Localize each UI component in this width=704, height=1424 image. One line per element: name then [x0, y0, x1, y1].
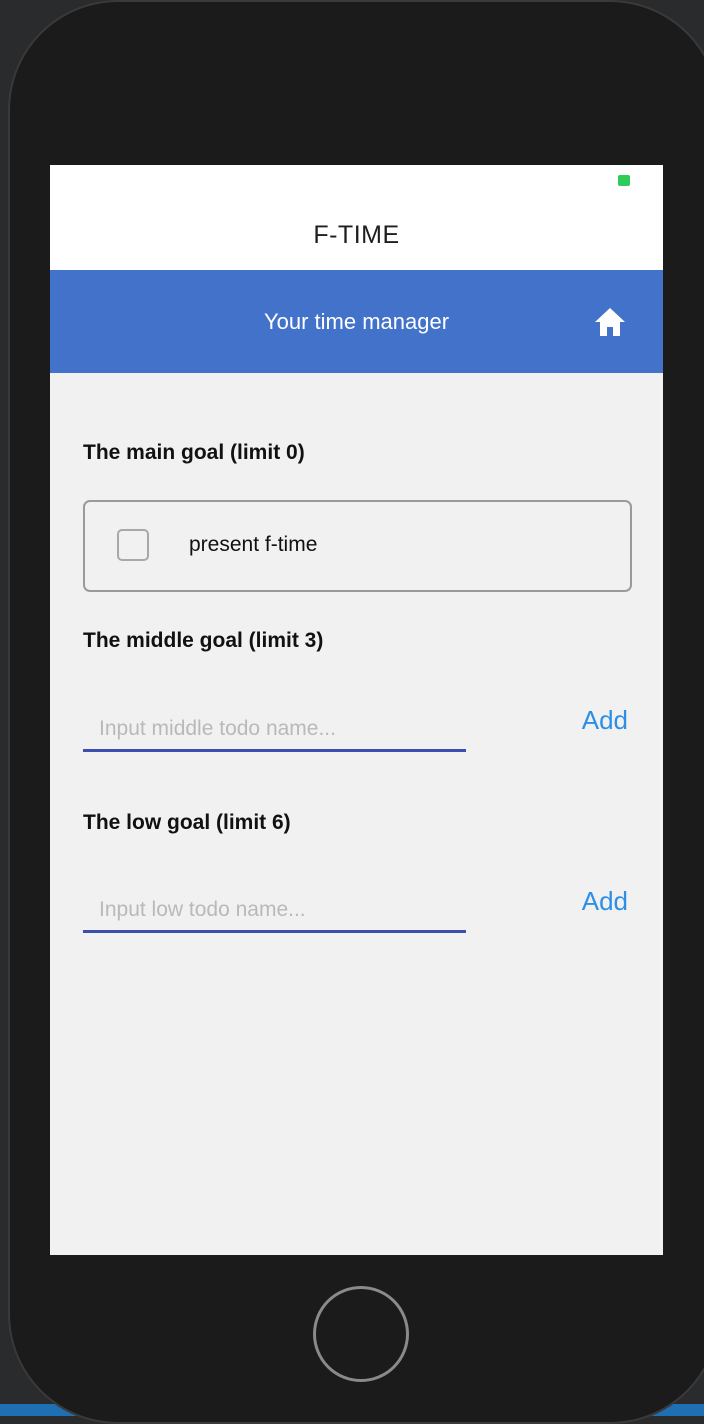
header-bar: Your time manager	[50, 270, 663, 373]
home-icon	[595, 308, 625, 336]
battery-icon	[618, 175, 630, 186]
app-screen: F-TIME Your time manager The main goal (…	[50, 165, 663, 1255]
low-goal-label: The low goal (limit 6)	[83, 811, 291, 834]
todo-item-text: present f-time	[189, 533, 318, 556]
home-hardware-button[interactable]	[313, 1286, 409, 1382]
main-goal-todo-item: present f-time	[83, 500, 632, 592]
title-bar: F-TIME	[50, 195, 663, 270]
header-subtitle: Your time manager	[263, 309, 450, 334]
middle-add-button[interactable]: Add	[548, 700, 628, 740]
middle-todo-input[interactable]	[83, 708, 466, 752]
low-todo-input[interactable]	[83, 889, 466, 933]
status-bar	[50, 165, 663, 195]
low-add-button[interactable]: Add	[548, 881, 628, 921]
home-button[interactable]	[592, 305, 628, 339]
main-goal-label: The main goal (limit 0)	[83, 441, 305, 464]
desktop-background: F-TIME Your time manager The main goal (…	[0, 0, 704, 1424]
app-title: F-TIME	[313, 221, 400, 249]
middle-goal-label: The middle goal (limit 3)	[83, 629, 324, 652]
todo-checkbox[interactable]	[117, 529, 149, 561]
